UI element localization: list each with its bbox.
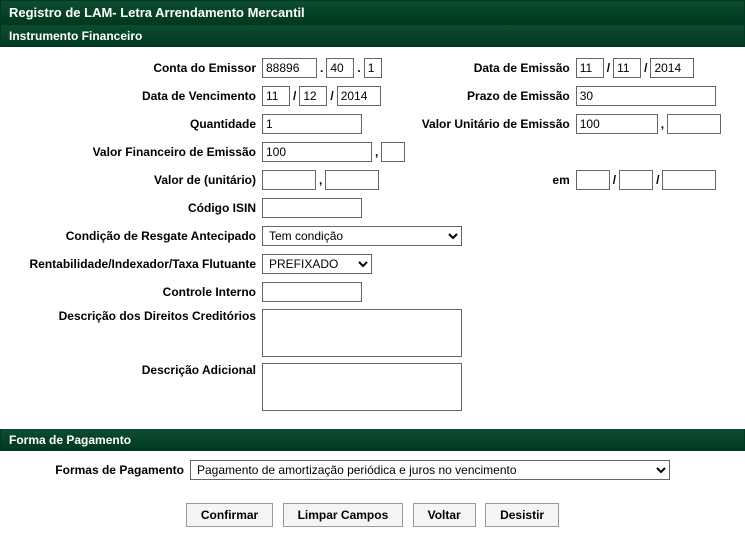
sep-comma: , [319, 173, 322, 187]
data-emissao-m[interactable] [613, 58, 641, 78]
desistir-button[interactable]: Desistir [485, 503, 559, 527]
form-pagamento: Formas de Pagamento Pagamento de amortiz… [0, 451, 745, 491]
valor-financeiro-emissao-int[interactable] [262, 142, 372, 162]
label-data-vencimento: Data de Vencimento [12, 89, 262, 103]
descricao-adicional[interactable] [262, 363, 462, 411]
label-descricao-direitos: Descrição dos Direitos Creditórios [12, 309, 262, 323]
voltar-button[interactable]: Voltar [413, 503, 476, 527]
codigo-isin[interactable] [262, 198, 362, 218]
sep-dot: . [357, 61, 360, 75]
section-instrumento: Instrumento Financeiro [0, 25, 745, 47]
label-condicao-resgate: Condição de Resgate Antecipado [12, 229, 262, 243]
quantidade[interactable] [262, 114, 362, 134]
limpar-button[interactable]: Limpar Campos [283, 503, 404, 527]
sep-slash: / [644, 61, 647, 75]
label-em: em [416, 173, 576, 187]
label-valor-unitario-emissao: Valor Unitário de Emissão [416, 117, 576, 131]
label-formas-pagamento: Formas de Pagamento [12, 463, 190, 477]
conta-emissor-p3[interactable] [364, 58, 382, 78]
em-m[interactable] [619, 170, 653, 190]
label-valor-de-unitario: Valor de (unitário) [12, 173, 262, 187]
sep-comma: , [375, 145, 378, 159]
label-quantidade: Quantidade [12, 117, 262, 131]
label-rentabilidade: Rentabilidade/Indexador/Taxa Flutuante [12, 257, 262, 271]
sep-slash: / [607, 61, 610, 75]
descricao-direitos[interactable] [262, 309, 462, 357]
form-instrumento: Conta do Emissor . . Data de Emissão / /… [0, 47, 745, 429]
button-row: Confirmar Limpar Campos Voltar Desistir [0, 491, 745, 537]
conta-emissor-p2[interactable] [326, 58, 354, 78]
section-pagamento: Forma de Pagamento [0, 429, 745, 451]
valor-financeiro-emissao-dec[interactable] [381, 142, 405, 162]
controle-interno[interactable] [262, 282, 362, 302]
em-d[interactable] [576, 170, 610, 190]
valor-unitario-emissao-int[interactable] [576, 114, 658, 134]
valor-de-unitario-dec[interactable] [325, 170, 379, 190]
valor-unitario-emissao-dec[interactable] [667, 114, 721, 134]
valor-de-unitario-int[interactable] [262, 170, 316, 190]
sep-slash: / [330, 89, 333, 103]
page-title: Registro de LAM- Letra Arrendamento Merc… [0, 0, 745, 25]
label-valor-financeiro-emissao: Valor Financeiro de Emissão [12, 145, 262, 159]
sep-slash: / [293, 89, 296, 103]
data-vencimento-y[interactable] [337, 86, 381, 106]
data-emissao-d[interactable] [576, 58, 604, 78]
data-vencimento-d[interactable] [262, 86, 290, 106]
label-conta-emissor: Conta do Emissor [12, 61, 262, 75]
label-codigo-isin: Código ISIN [12, 201, 262, 215]
rentabilidade-select[interactable]: PREFIXADO [262, 254, 372, 274]
confirmar-button[interactable]: Confirmar [186, 503, 273, 527]
label-descricao-adicional: Descrição Adicional [12, 363, 262, 377]
data-vencimento-m[interactable] [299, 86, 327, 106]
sep-dot: . [320, 61, 323, 75]
data-emissao-y[interactable] [650, 58, 694, 78]
em-y[interactable] [662, 170, 716, 190]
label-data-emissao: Data de Emissão [416, 61, 576, 75]
formas-pagamento-select[interactable]: Pagamento de amortização periódica e jur… [190, 460, 670, 480]
prazo-emissao[interactable] [576, 86, 716, 106]
sep-slash: / [613, 173, 616, 187]
condicao-resgate-select[interactable]: Tem condição [262, 226, 462, 246]
conta-emissor-p1[interactable] [262, 58, 317, 78]
label-controle-interno: Controle Interno [12, 285, 262, 299]
label-prazo-emissao: Prazo de Emissão [416, 89, 576, 103]
sep-comma: , [661, 117, 664, 131]
sep-slash: / [656, 173, 659, 187]
